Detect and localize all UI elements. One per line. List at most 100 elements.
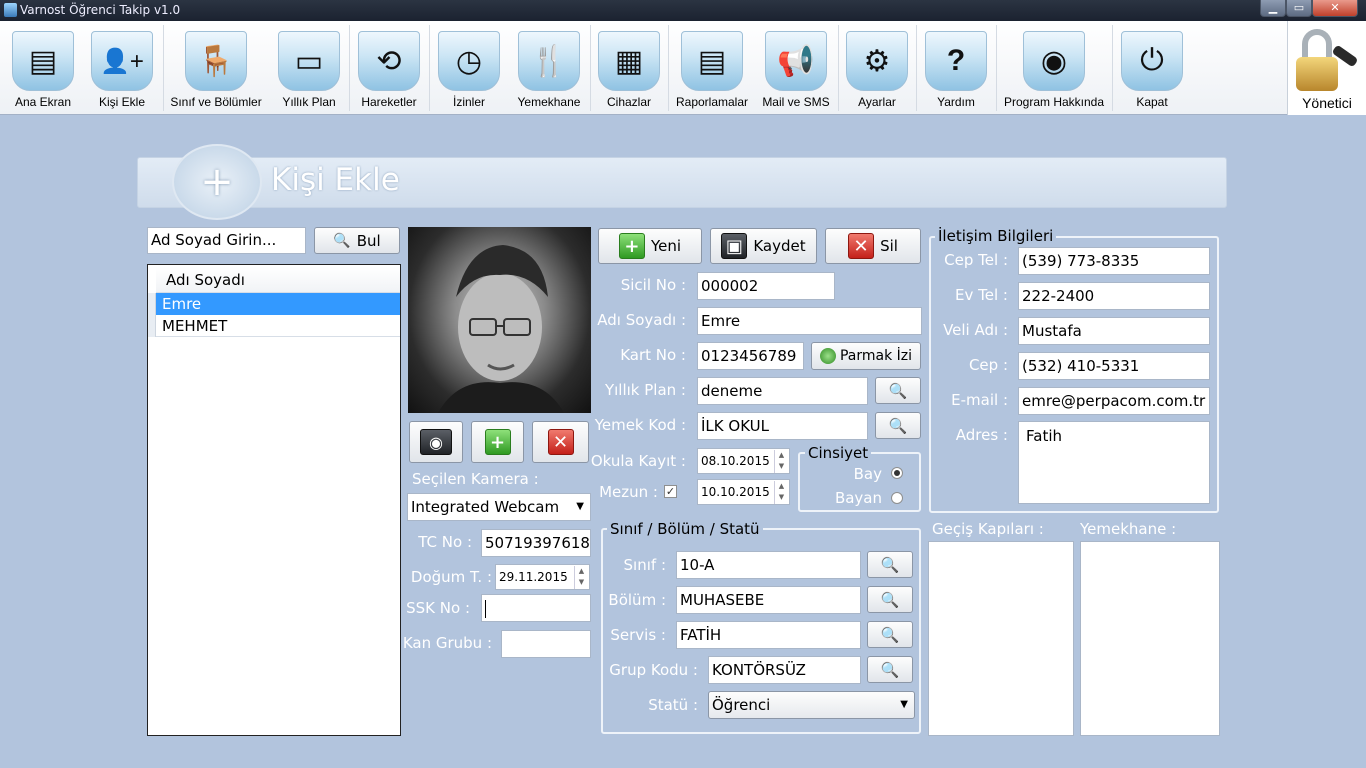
date-spinner[interactable]: ▲ ▼: [774, 450, 788, 473]
date-spinner[interactable]: ▲ ▼: [774, 481, 788, 504]
class-search-button[interactable]: 🔍: [867, 551, 913, 578]
guardian-name-label: Veli Adı :: [943, 321, 1008, 339]
gender-group-title: Cinsiyet: [805, 444, 872, 462]
person-portrait-icon: [438, 245, 564, 413]
meal-code-input[interactable]: İLK OKUL: [697, 412, 868, 440]
annual-plan-search-button[interactable]: 🔍: [875, 377, 921, 404]
add-person-icon: 👤+: [91, 31, 153, 91]
teacher-board-icon: ▭: [278, 31, 340, 91]
enrollment-date-label: Okula Kayıt :: [590, 452, 686, 470]
department-input[interactable]: MUHASEBE: [676, 586, 861, 614]
plus-icon: +: [484, 429, 511, 455]
tc-label: TC No :: [418, 533, 472, 551]
department-label: Bölüm :: [608, 591, 666, 609]
service-label: Servis :: [610, 626, 666, 644]
search-icon: 🔍: [880, 625, 900, 644]
home-phone-label: Ev Tel :: [955, 286, 1008, 304]
toolbar-sinif-bolumler-button[interactable]: 🪑 Sınıf ve Bölümler: [166, 21, 266, 115]
sicil-input[interactable]: 000002: [697, 272, 835, 300]
search-icon: 🔍: [888, 381, 908, 400]
toolbar-ana-ekran-button[interactable]: ▤ Ana Ekran: [4, 21, 82, 115]
fullname-input[interactable]: Emre: [697, 307, 922, 335]
class-input[interactable]: 10-A: [676, 551, 861, 579]
toolbar-yillik-plan-button[interactable]: ▭ Yıllık Plan: [270, 21, 348, 115]
toolbar-mail-sms-button[interactable]: 📢 Mail ve SMS: [756, 21, 836, 115]
status-select[interactable]: Öğrenci ▼: [708, 691, 915, 719]
toolbar-izinler-button[interactable]: ◷ İzinler: [432, 21, 506, 115]
app-icon: [4, 3, 17, 17]
toolbar-cihazlar-button[interactable]: ▦ Cihazlar: [592, 21, 666, 115]
remove-photo-button[interactable]: ✕: [532, 421, 589, 463]
name-search-input[interactable]: Ad Soyad Girin...: [147, 227, 306, 254]
gender-female-radio[interactable]: [891, 492, 903, 504]
group-code-search-button[interactable]: 🔍: [867, 656, 913, 683]
address-textarea[interactable]: Fatih: [1018, 421, 1210, 504]
toolbar-yemekhane-button[interactable]: 🍴 Yemekhane: [510, 21, 588, 115]
chevron-down-icon: ▼: [900, 699, 908, 710]
maximize-button[interactable]: ▭: [1286, 0, 1312, 17]
camera-select[interactable]: Integrated Webcam ▼: [407, 493, 591, 521]
terminal-device-icon: ▦: [598, 31, 660, 91]
toolbar-hareketler-button[interactable]: ⟲ Hareketler: [352, 21, 426, 115]
class-group-title: Sınıf / Bölüm / Statü: [607, 520, 763, 538]
email-field[interactable]: emre@perpacom.com.tr: [1018, 387, 1210, 415]
guardian-phone-input[interactable]: (532) 410-5331: [1018, 352, 1210, 380]
toolbar-raporlamalar-button[interactable]: ▤ Raporlamalar: [672, 21, 752, 115]
ssk-input[interactable]: [481, 594, 591, 622]
help-question-icon: ?: [925, 31, 987, 91]
date-spinner[interactable]: ▲ ▼: [574, 566, 588, 589]
graduate-checkbox[interactable]: ✓: [664, 485, 677, 498]
list-item[interactable]: MEHMET: [156, 315, 400, 337]
toolbar-kapat-button[interactable]: ⏻ Kapat: [1114, 21, 1190, 115]
toolbar-yardim-button[interactable]: ? Yardım: [918, 21, 994, 115]
blood-group-label: Kan Grubu :: [402, 634, 492, 652]
ssk-label: SSK No :: [406, 599, 470, 617]
graduate-date-picker[interactable]: 10.10.2015 ▲ ▼: [697, 479, 790, 505]
new-record-button[interactable]: + Yeni: [598, 228, 702, 264]
annual-plan-label: Yıllık Plan :: [604, 381, 686, 399]
list-column-header[interactable]: Adı Soyadı: [156, 267, 400, 293]
class-label: Sınıf :: [623, 556, 666, 574]
service-search-button[interactable]: 🔍: [867, 621, 913, 648]
close-window-button[interactable]: ✕: [1312, 0, 1358, 17]
fingerprint-button[interactable]: Parmak İzi: [811, 342, 921, 370]
canteen-list[interactable]: [1080, 541, 1220, 736]
dashboard-icon: ▤: [12, 31, 74, 91]
megaphone-icon: 📢: [765, 31, 827, 91]
list-item[interactable]: Emre: [156, 293, 400, 315]
delete-button[interactable]: ✕ Sil: [825, 228, 921, 264]
card-no-input[interactable]: 0123456789: [697, 342, 804, 370]
toolbar-kisi-ekle-button[interactable]: 👤+ Kişi Ekle: [84, 21, 160, 115]
department-search-button[interactable]: 🔍: [867, 586, 913, 613]
toolbar-ayarlar-button[interactable]: ⚙ Ayarlar: [840, 21, 914, 115]
people-list[interactable]: Adı Soyadı Emre MEHMET: [147, 264, 401, 736]
save-button[interactable]: ▣ Kaydet: [710, 228, 817, 264]
mobile-phone-input[interactable]: (539) 773-8335: [1018, 247, 1210, 275]
admin-lock-button[interactable]: Yönetici: [1287, 21, 1366, 115]
birth-date-label: Doğum T. :: [410, 568, 492, 586]
graduate-label: Mezun :: [599, 483, 658, 501]
clock-calendar-icon: ◷: [438, 31, 500, 91]
guardian-name-input[interactable]: Mustafa: [1018, 317, 1210, 345]
page-title: Kişi Ekle: [271, 162, 400, 198]
birth-date-picker[interactable]: 29.11.2015 ▲ ▼: [495, 564, 590, 590]
search-button[interactable]: 🔍 Bul: [314, 227, 400, 254]
software-box-icon: ◉: [1023, 31, 1085, 91]
enrollment-date-picker[interactable]: 08.10.2015 ▲ ▼: [697, 448, 790, 474]
group-code-input[interactable]: KONTÖRSÜZ: [708, 656, 861, 684]
meal-code-search-button[interactable]: 🔍: [875, 412, 921, 439]
search-icon: 🔍: [880, 555, 900, 574]
camera-label: Seçilen Kamera :: [412, 470, 539, 488]
gender-male-radio[interactable]: [891, 467, 903, 479]
floppy-disk-icon: ▣: [721, 233, 748, 259]
annual-plan-input[interactable]: deneme: [697, 377, 868, 405]
capture-photo-button[interactable]: ◉: [409, 421, 463, 463]
toolbar-program-hakkinda-button[interactable]: ◉ Program Hakkında: [998, 21, 1110, 115]
minimize-button[interactable]: ▁: [1260, 0, 1286, 17]
add-photo-button[interactable]: +: [471, 421, 524, 463]
home-phone-input[interactable]: 222-2400: [1018, 282, 1210, 310]
gates-list[interactable]: [928, 541, 1074, 736]
service-input[interactable]: FATİH: [676, 621, 861, 649]
blood-group-input[interactable]: [501, 630, 591, 658]
tc-input[interactable]: 50719397618: [481, 529, 591, 557]
